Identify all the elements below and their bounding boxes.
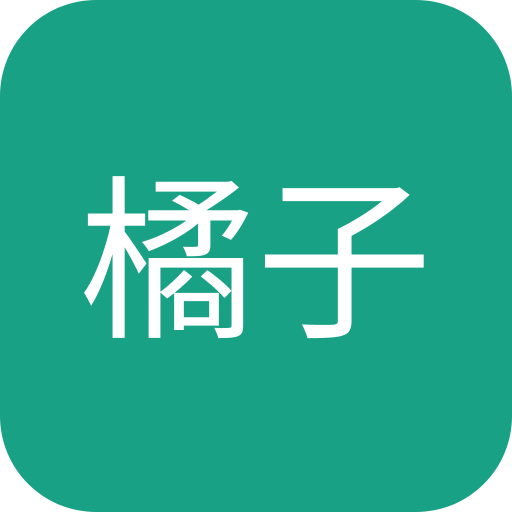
app-icon[interactable]: 橘子	[0, 0, 512, 512]
app-icon-label: 橘子	[79, 161, 432, 366]
